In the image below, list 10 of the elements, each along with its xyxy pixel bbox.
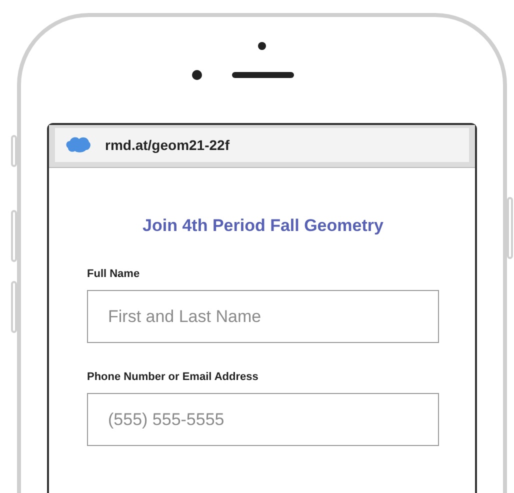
input-field[interactable]: First and Last Name xyxy=(87,290,439,343)
camera-icon xyxy=(258,42,266,50)
input-field[interactable]: (555) 555-5555 xyxy=(87,393,439,446)
field-label: Full Name xyxy=(87,268,141,280)
cloud-icon xyxy=(65,136,91,154)
sensor-icon xyxy=(192,70,202,80)
url-field[interactable]: rmd.at/geom21-22f xyxy=(55,128,469,162)
form-title: Join 4th Period Fall Geometry xyxy=(142,216,384,236)
field-label: Phone Number or Email Address xyxy=(87,371,260,383)
speaker-icon xyxy=(232,72,294,78)
